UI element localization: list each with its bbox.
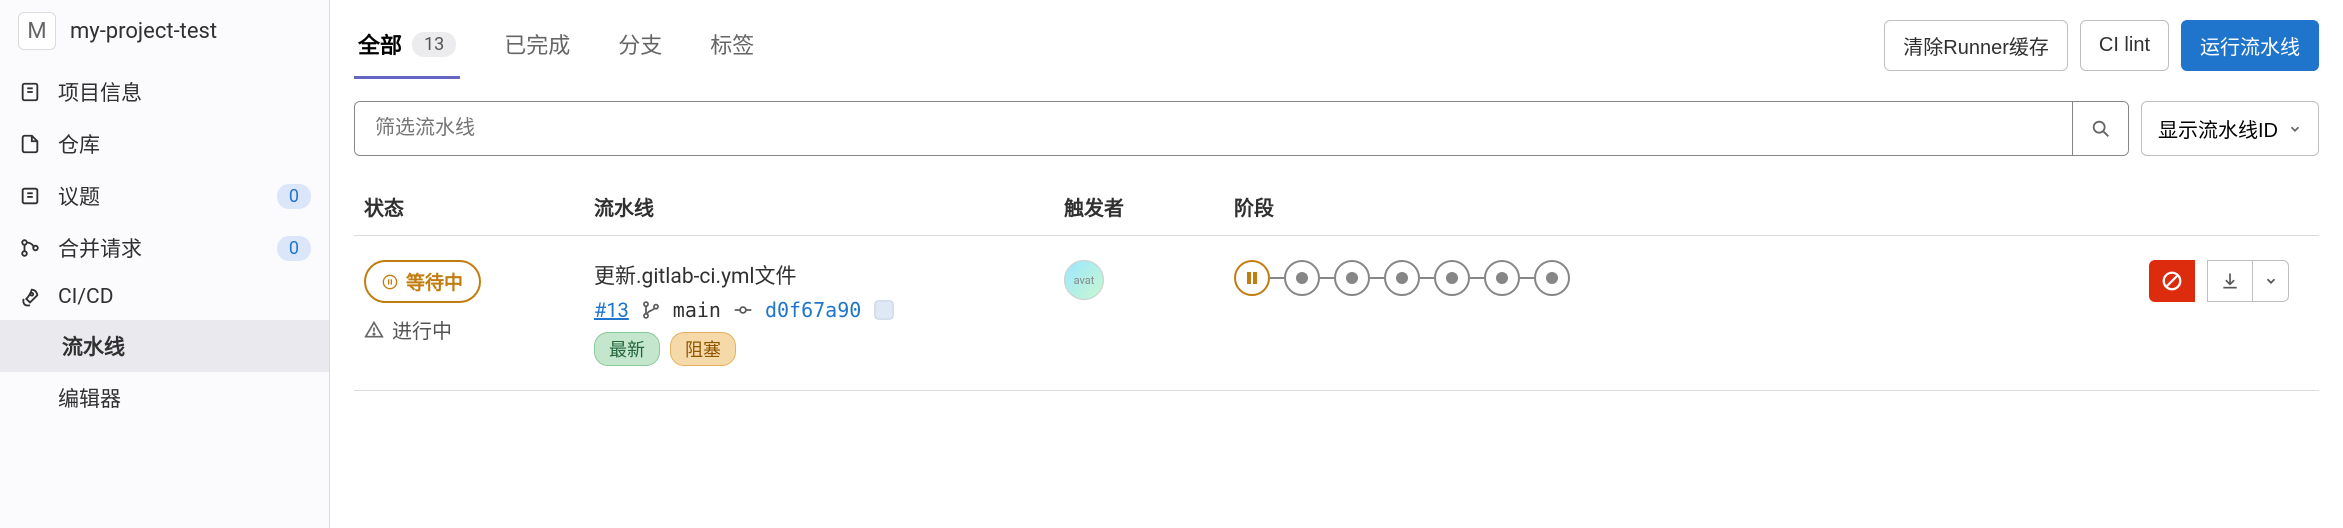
col-trigger: 触发者 [1064, 192, 1234, 221]
pipeline-id-link[interactable]: #13 [594, 298, 629, 322]
tab-all[interactable]: 全部 13 [354, 12, 460, 79]
stages [1234, 260, 2149, 296]
sidebar-item-cicd[interactable]: CI/CD [0, 274, 329, 320]
status-label: 等待中 [406, 268, 463, 295]
chevron-down-icon [2288, 122, 2302, 136]
ci-lint-button[interactable]: CI lint [2080, 20, 2169, 71]
cancel-button[interactable] [2149, 260, 2195, 302]
download-button[interactable] [2207, 260, 2253, 302]
tab-tags[interactable]: 标签 [706, 12, 758, 79]
stage-connector [1370, 277, 1384, 279]
stage-connector [1470, 277, 1484, 279]
sidebar-sub-pipelines[interactable]: 流水线 [0, 320, 329, 372]
search-icon [2090, 118, 2112, 140]
topbar: 全部 13 已完成 分支 标签 清除Runner缓存 CI lint 运行流水线 [354, 0, 2319, 79]
filter-search-button[interactable] [2072, 102, 2128, 155]
col-stages: 阶段 [1234, 192, 2149, 221]
commit-sha[interactable]: d0f67a90 [765, 298, 861, 322]
stage-7[interactable] [1534, 260, 1570, 296]
tab-count: 13 [412, 32, 456, 57]
repo-icon [18, 132, 42, 156]
sidebar-item-info[interactable]: 项目信息 [0, 66, 329, 118]
status-cell: 等待中 进行中 [364, 260, 594, 344]
user-avatar-icon [873, 299, 895, 321]
row-actions [2149, 260, 2309, 302]
stage-2[interactable] [1284, 260, 1320, 296]
commit-icon [733, 300, 753, 320]
warning-icon [364, 320, 384, 340]
project-name: my-project-test [70, 19, 217, 44]
stages-cell [1234, 260, 2149, 296]
trigger-cell: avat [1064, 260, 1234, 300]
stage-5[interactable] [1434, 260, 1470, 296]
pipeline-cell: 更新.gitlab-ci.yml文件 #13 main d0f67a90 最新 … [594, 260, 1064, 366]
stage-4[interactable] [1384, 260, 1420, 296]
pipeline-row: 等待中 进行中 更新.gitlab-ci.yml文件 #13 main [354, 236, 2319, 391]
filter-input-wrap [354, 101, 2129, 156]
col-actions [2149, 192, 2309, 221]
sidebar-item-repo[interactable]: 仓库 [0, 118, 329, 170]
main-content: 全部 13 已完成 分支 标签 清除Runner缓存 CI lint 运行流水线… [330, 0, 2343, 528]
sidebar-item-label: 议题 [58, 181, 261, 211]
stage-1[interactable] [1234, 260, 1270, 296]
issues-badge: 0 [277, 184, 311, 209]
tabs: 全部 13 已完成 分支 标签 [354, 12, 1884, 79]
info-icon [18, 80, 42, 104]
rocket-icon [18, 285, 42, 309]
pipeline-meta: #13 main d0f67a90 [594, 298, 1064, 322]
stage-3[interactable] [1334, 260, 1370, 296]
tab-branches[interactable]: 分支 [614, 12, 666, 79]
actions-cell [2149, 260, 2309, 302]
branch-name[interactable]: main [673, 298, 721, 322]
merge-badge: 0 [277, 236, 311, 261]
sidebar-sub-editor[interactable]: 编辑器 [0, 372, 329, 424]
pipeline-tags: 最新 阻塞 [594, 332, 1064, 366]
status-pill[interactable]: 等待中 [364, 260, 481, 303]
sidebar-item-label: 项目信息 [58, 77, 311, 107]
stage-connector [1420, 277, 1434, 279]
sidebar-item-label: CI/CD [58, 285, 311, 309]
tag-latest: 最新 [594, 332, 660, 366]
sidebar-item-label: 仓库 [58, 129, 311, 159]
dropdown-label: 显示流水线ID [2158, 114, 2278, 143]
stage-6[interactable] [1484, 260, 1520, 296]
project-avatar: M [18, 12, 56, 50]
tab-finished[interactable]: 已完成 [500, 12, 574, 79]
trigger-avatar[interactable]: avat [1064, 260, 1104, 300]
stage-connector [1520, 277, 1534, 279]
tag-blocked: 阻塞 [670, 332, 736, 366]
show-id-dropdown[interactable]: 显示流水线ID [2141, 101, 2319, 156]
stage-connector [1270, 277, 1284, 279]
download-icon [2220, 271, 2240, 291]
stage-connector [1320, 277, 1334, 279]
sidebar-item-label: 合并请求 [58, 233, 261, 263]
clear-cache-button[interactable]: 清除Runner缓存 [1884, 20, 2068, 71]
branch-icon [641, 300, 661, 320]
chevron-down-icon [2264, 274, 2278, 288]
col-pipeline: 流水线 [594, 192, 1064, 221]
status-sub-label: 进行中 [392, 315, 452, 344]
sidebar: M my-project-test 项目信息 仓库 议题 0 合并请求 0 CI… [0, 0, 330, 528]
tab-label: 全部 [358, 28, 402, 60]
download-caret-button[interactable] [2253, 260, 2289, 302]
col-status: 状态 [364, 192, 594, 221]
sidebar-item-issues[interactable]: 议题 0 [0, 170, 329, 222]
pause-icon [382, 274, 398, 290]
action-buttons: 清除Runner缓存 CI lint 运行流水线 [1884, 20, 2319, 71]
project-header: M my-project-test [0, 0, 329, 66]
filter-bar: 显示流水线ID [354, 101, 2319, 156]
cancel-icon [2161, 270, 2183, 292]
status-sub: 进行中 [364, 315, 594, 344]
run-pipeline-button[interactable]: 运行流水线 [2181, 20, 2319, 71]
sidebar-item-merge[interactable]: 合并请求 0 [0, 222, 329, 274]
filter-input[interactable] [355, 102, 2072, 155]
issues-icon [18, 184, 42, 208]
merge-icon [18, 236, 42, 260]
table-header: 状态 流水线 触发者 阶段 [354, 174, 2319, 236]
pipeline-title: 更新.gitlab-ci.yml文件 [594, 260, 1064, 290]
